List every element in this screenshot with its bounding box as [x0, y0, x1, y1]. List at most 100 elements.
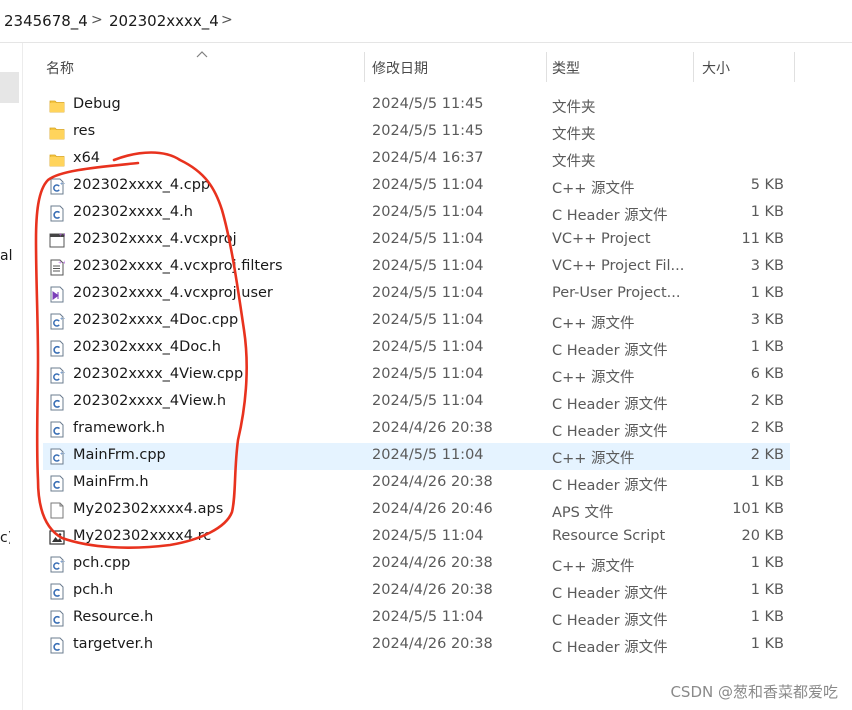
file-row[interactable]: ++ 202302xxxx_4.vcxproj 2024/5/5 11:04 VC++… — [43, 227, 790, 254]
file-row[interactable]: My202302xxxx4.rc 2024/5/5 11:04 Resource S… — [43, 524, 790, 551]
file-type: C++ 源文件 — [552, 559, 635, 575]
sort-ascending-icon — [196, 51, 208, 58]
file-modified-date: 2024/5/5 11:04 — [372, 609, 484, 625]
file-type: Per-User Project... — [552, 285, 681, 301]
nav-item-label[interactable]: al — [0, 248, 14, 264]
nav-item-label[interactable]: c) — [0, 530, 10, 546]
file-row[interactable]: Debug 2024/5/5 11:45 文件夹 — [43, 92, 790, 119]
svg-text:++: ++ — [60, 316, 65, 322]
header-file-icon — [49, 637, 65, 654]
file-modified-date: 2024/5/5 11:04 — [372, 177, 484, 193]
folder-icon — [49, 124, 65, 141]
file-modified-date: 2024/4/26 20:38 — [372, 420, 493, 436]
column-header-type[interactable]: 类型 — [546, 50, 693, 82]
column-divider[interactable] — [794, 52, 795, 82]
file-type: C++ 源文件 — [552, 451, 635, 467]
file-type: APS 文件 — [552, 505, 614, 521]
file-modified-date: 2024/4/26 20:38 — [372, 555, 493, 571]
header-file-icon — [49, 340, 65, 357]
cpp-file-icon: ++ — [49, 556, 67, 573]
file-modified-date: 2024/5/5 11:45 — [372, 96, 484, 112]
file-row[interactable]: MainFrm.h 2024/4/26 20:38 C Header 源文件 1 KB — [43, 470, 790, 497]
file-type: 文件夹 — [552, 154, 596, 170]
file-name: 202302xxxx_4View.cpp — [73, 366, 244, 382]
breadcrumb-item-current[interactable]: 202302xxxx_4 — [109, 12, 219, 30]
file-type: C Header 源文件 — [552, 640, 668, 656]
file-name: My202302xxxx4.aps — [73, 501, 224, 517]
file-modified-date: 2024/5/5 11:04 — [372, 339, 484, 355]
file-row[interactable]: targetver.h 2024/4/26 20:38 C Header 源文件 1 … — [43, 632, 790, 659]
file-name: MainFrm.cpp — [73, 447, 166, 463]
cpp-file-icon: ++ — [49, 313, 67, 330]
file-type: VC++ Project — [552, 231, 651, 247]
file-row[interactable]: ++ MainFrm.cpp 2024/5/5 11:04 C++ 源文件 2 KB — [43, 443, 790, 470]
svg-text:++: ++ — [60, 370, 65, 376]
file-size: 2 KB — [750, 420, 784, 436]
svg-text:++: ++ — [60, 181, 65, 187]
header-file-icon — [49, 475, 65, 492]
watermark: CSDN @葱和香菜都爱吃 — [670, 683, 838, 701]
file-row[interactable]: 202302xxxx_4View.h 2024/5/5 11:04 C Header… — [43, 389, 790, 416]
file-name: 202302xxxx_4.cpp — [73, 177, 211, 193]
file-size: 6 KB — [750, 366, 784, 382]
file-name: 202302xxxx_4.vcxproj.filters — [73, 258, 283, 274]
file-row[interactable]: ++ pch.cpp 2024/4/26 20:38 C++ 源文件 1 KB — [43, 551, 790, 578]
file-size: 1 KB — [750, 204, 784, 220]
file-modified-date: 2024/5/5 11:45 — [372, 123, 484, 139]
file-type: C Header 源文件 — [552, 586, 668, 602]
user-file-icon — [49, 286, 65, 303]
nav-selected-item[interactable] — [0, 72, 19, 103]
file-modified-date: 2024/5/5 11:04 — [372, 447, 484, 463]
file-row[interactable]: 202302xxxx_4.vcxproj.user 2024/5/5 11:04 P… — [43, 281, 790, 308]
column-divider[interactable] — [364, 52, 365, 82]
file-modified-date: 2024/5/5 11:04 — [372, 528, 484, 544]
file-row[interactable]: pch.h 2024/4/26 20:38 C Header 源文件 1 KB — [43, 578, 790, 605]
file-size: 1 KB — [750, 582, 784, 598]
file-name: x64 — [73, 150, 101, 166]
file-row[interactable]: My202302xxxx4.aps 2024/4/26 20:46 APS 文件 10… — [43, 497, 790, 524]
file-type: C++ 源文件 — [552, 181, 635, 197]
column-divider[interactable] — [693, 52, 694, 82]
column-header-modified[interactable]: 修改日期 — [366, 50, 546, 82]
file-size: 101 KB — [732, 501, 784, 517]
file-size: 1 KB — [750, 339, 784, 355]
file-name: Resource.h — [73, 609, 154, 625]
file-size: 11 KB — [741, 231, 784, 247]
file-modified-date: 2024/5/5 11:04 — [372, 312, 484, 328]
header-file-icon — [49, 610, 65, 627]
file-row[interactable]: res 2024/5/5 11:45 文件夹 — [43, 119, 790, 146]
file-modified-date: 2024/4/26 20:38 — [372, 474, 493, 490]
chevron-right-icon[interactable]: > — [91, 12, 103, 28]
file-row[interactable]: 202302xxxx_4.h 2024/5/5 11:04 C Header 源文件… — [43, 200, 790, 227]
file-size: 5 KB — [750, 177, 784, 193]
file-type: VC++ Project Fil... — [552, 258, 685, 274]
file-row[interactable]: 202302xxxx_4Doc.h 2024/5/5 11:04 C Header … — [43, 335, 790, 362]
file-type: C Header 源文件 — [552, 397, 668, 413]
file-row[interactable]: ++ 202302xxxx_4.cpp 2024/5/5 11:04 C++ 源文件 5… — [43, 173, 790, 200]
file-row[interactable]: ++ 202302xxxx_4View.cpp 2024/5/5 11:04 C++ … — [43, 362, 790, 389]
file-size: 1 KB — [750, 555, 784, 571]
column-header-size[interactable]: 大小 — [696, 50, 794, 82]
file-modified-date: 2024/4/26 20:38 — [372, 582, 493, 598]
file-size: 3 KB — [750, 312, 784, 328]
vcxproj-file-icon: ++ — [49, 232, 67, 249]
file-row[interactable]: framework.h 2024/4/26 20:38 C Header 源文件 2 … — [43, 416, 790, 443]
file-type: C Header 源文件 — [552, 343, 668, 359]
file-row[interactable]: ++ 202302xxxx_4Doc.cpp 2024/5/5 11:04 C++ 源… — [43, 308, 790, 335]
chevron-right-icon[interactable]: > — [221, 12, 233, 28]
file-type: C Header 源文件 — [552, 208, 668, 224]
file-modified-date: 2024/5/5 11:04 — [372, 366, 484, 382]
file-size: 2 KB — [750, 447, 784, 463]
generic-file-icon — [49, 502, 65, 519]
file-row[interactable]: ++ 202302xxxx_4.vcxproj.filters 2024/5/5 1… — [43, 254, 790, 281]
file-size: 1 KB — [750, 609, 784, 625]
cpp-file-icon: ++ — [49, 178, 67, 195]
file-size: 2 KB — [750, 393, 784, 409]
file-row[interactable]: x64 2024/5/4 16:37 文件夹 — [43, 146, 790, 173]
header-file-icon — [49, 583, 65, 600]
file-name: 202302xxxx_4Doc.cpp — [73, 312, 239, 328]
cpp-file-icon: ++ — [49, 448, 67, 465]
breadcrumb: 2345678_4 > 202302xxxx_4 > — [0, 0, 852, 43]
file-row[interactable]: Resource.h 2024/5/5 11:04 C Header 源文件 1 KB — [43, 605, 790, 632]
breadcrumb-item-parent[interactable]: 2345678_4 — [4, 12, 88, 30]
